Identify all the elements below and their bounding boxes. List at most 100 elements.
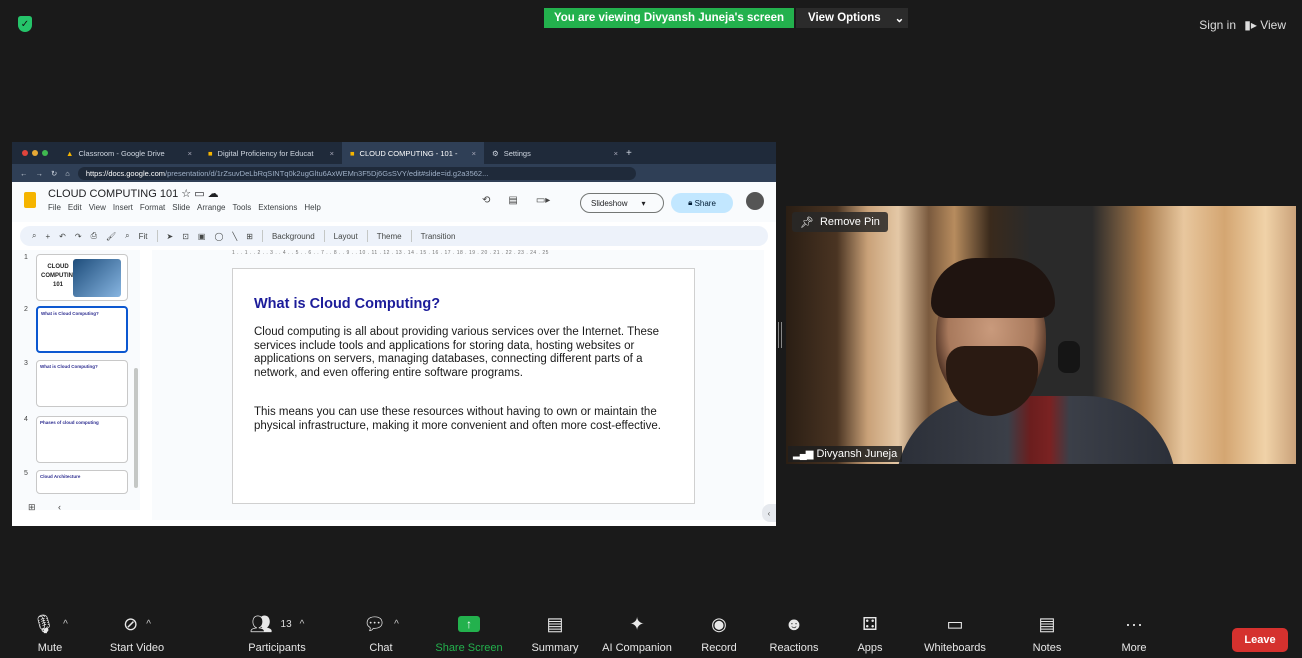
chevron-up-icon[interactable]: ^	[300, 619, 305, 630]
line-icon[interactable]: ╲	[232, 232, 237, 241]
slideshow-button[interactable]: Slideshow ▾	[580, 193, 664, 213]
chevron-up-icon[interactable]: ^	[63, 619, 68, 630]
leave-button[interactable]: Leave	[1232, 628, 1288, 652]
url-field[interactable]: https://docs.google.com/presentation/d/1…	[77, 166, 636, 180]
browser-tab[interactable]: ▲ Classroom - Google Drive ×	[58, 142, 200, 164]
share-button[interactable]: 🔒︎ Share	[671, 193, 733, 213]
avatar[interactable]	[746, 192, 764, 210]
current-slide[interactable]: What is Cloud Computing? Cloud computing…	[232, 268, 695, 504]
text-box-icon[interactable]: ⊡	[182, 232, 189, 241]
home-icon[interactable]: ⌂	[65, 169, 70, 178]
start-video-button[interactable]: ⊘ ^ Start Video	[92, 612, 182, 655]
reload-icon[interactable]: ↻	[51, 169, 57, 178]
ai-companion-button[interactable]: ✦ AI Companion	[592, 612, 682, 655]
menu-arrange[interactable]: Arrange	[197, 203, 225, 212]
close-tab-icon[interactable]: ×	[472, 149, 476, 158]
chevron-up-icon[interactable]: ^	[394, 619, 399, 630]
menu-insert[interactable]: Insert	[113, 203, 133, 212]
viewing-screen-banner: You are viewing Divyansh Juneja's screen	[544, 8, 794, 28]
browser-tab[interactable]: ⚙ Settings ×	[484, 142, 626, 164]
slide-thumbnail-selected[interactable]: What is Cloud Computing?	[36, 306, 128, 353]
slide-thumbnail[interactable]: Phases of cloud computing	[36, 416, 128, 463]
close-tab-icon[interactable]: ×	[330, 149, 334, 158]
menu-view[interactable]: View	[89, 203, 106, 212]
presentation-title[interactable]: CLOUD COMPUTING 101 ☆ ▭ ☁	[48, 187, 219, 200]
participants-count: 13	[280, 618, 292, 630]
more-button[interactable]: ··· More	[1089, 612, 1179, 655]
participants-button[interactable]: 👥︎ 13 ^ Participants	[232, 612, 322, 655]
shared-screen[interactable]: ▲ Classroom - Google Drive × ■ Digital P…	[12, 142, 776, 526]
slides-logo-icon[interactable]	[24, 192, 36, 208]
slideshow-label: Slideshow	[591, 198, 628, 208]
slide-thumbnail[interactable]: What is Cloud Computing?	[36, 360, 128, 407]
theme-button[interactable]: Theme	[377, 232, 402, 241]
menu-edit[interactable]: Edit	[68, 203, 82, 212]
comment-icon[interactable]: ⊞	[246, 232, 253, 241]
maximize-window-icon[interactable]	[42, 150, 48, 156]
chat-button[interactable]: 💬︎ ^ Chat	[336, 612, 426, 655]
cloud-icon[interactable]: ☁	[208, 188, 219, 200]
chevron-up-icon[interactable]: ^	[146, 619, 151, 630]
menu-format[interactable]: Format	[140, 203, 165, 212]
zoom-select[interactable]: Fit	[139, 232, 148, 241]
side-panel-toggle-icon[interactable]: ‹	[762, 504, 776, 522]
mute-button[interactable]: 🎙︎ ^ Mute	[5, 612, 95, 655]
camera-icon[interactable]: ▭▸	[536, 195, 550, 206]
participant-video[interactable]: 📌︎ Remove Pin ▂▄▆ Divyansh Juneja	[786, 206, 1296, 464]
menu-extensions[interactable]: Extensions	[258, 203, 297, 212]
search-icon[interactable]: ⌕	[32, 231, 36, 241]
forward-icon[interactable]: →	[36, 169, 44, 178]
layout-button[interactable]: Layout	[334, 232, 358, 241]
browser-tab[interactable]: ■ Digital Proficiency for Educat ×	[200, 142, 342, 164]
sign-in-link[interactable]: Sign in	[1199, 18, 1236, 32]
slide-title[interactable]: What is Cloud Computing?	[254, 296, 440, 312]
background-button[interactable]: Background	[272, 232, 315, 241]
ai-companion-label: AI Companion	[602, 642, 672, 654]
split-view-handle[interactable]	[778, 322, 782, 348]
security-shield-icon[interactable]: ✓	[18, 16, 32, 32]
browser-tab-active[interactable]: ■ CLOUD COMPUTING - 101 - ×	[342, 142, 484, 164]
transition-button[interactable]: Transition	[421, 232, 456, 241]
whiteboards-button[interactable]: ▭ Whiteboards	[910, 612, 1000, 655]
back-icon[interactable]: ←	[20, 169, 28, 178]
slide-paragraph[interactable]: Cloud computing is all about providing v…	[254, 326, 682, 380]
summary-button[interactable]: ▤ Summary	[510, 612, 600, 655]
filmstrip-scrollbar[interactable]	[134, 368, 138, 488]
close-tab-icon[interactable]: ×	[614, 149, 618, 158]
redo-icon[interactable]: ↷	[75, 232, 82, 241]
star-icon[interactable]: ☆	[181, 188, 191, 200]
whiteboard-icon: ▭	[946, 613, 964, 634]
menu-file[interactable]: File	[48, 203, 61, 212]
shape-icon[interactable]: ◯	[214, 232, 223, 241]
chevron-left-icon[interactable]: ‹	[58, 502, 61, 512]
add-icon[interactable]: +	[45, 232, 50, 241]
folder-icon[interactable]: ▭	[194, 188, 204, 200]
view-options-button[interactable]: View Options ⌄	[796, 8, 908, 28]
slide-paragraph[interactable]: This means you can use these resources w…	[254, 406, 682, 433]
apps-button[interactable]: ⚃ Apps	[825, 612, 915, 655]
paint-format-icon[interactable]: 🖌︎	[106, 232, 116, 241]
chevron-down-icon[interactable]: ▾	[641, 199, 645, 208]
select-icon[interactable]: ➤	[167, 232, 174, 241]
menu-tools[interactable]: Tools	[233, 203, 252, 212]
grid-view-icon[interactable]: ⊞	[28, 502, 36, 513]
zoom-icon[interactable]: ⌕	[125, 231, 129, 241]
comments-icon[interactable]: ▤	[508, 195, 517, 206]
new-tab-icon[interactable]: +	[626, 148, 632, 159]
history-icon[interactable]: ⟲	[482, 195, 490, 206]
chat-label: Chat	[369, 642, 393, 654]
view-button[interactable]: ▮▸ View	[1244, 18, 1286, 32]
menu-help[interactable]: Help	[304, 203, 320, 212]
close-window-icon[interactable]	[22, 150, 28, 156]
share-screen-button[interactable]: ↑ Share Screen	[424, 612, 514, 654]
notes-button[interactable]: ▤ Notes	[1002, 612, 1092, 655]
image-icon[interactable]: ▣	[198, 232, 206, 241]
undo-icon[interactable]: ↶	[59, 232, 66, 241]
slide-thumbnail[interactable]: CLOUD COMPUTING 101	[36, 254, 128, 301]
print-icon[interactable]: ⎙	[91, 231, 97, 241]
menu-slide[interactable]: Slide	[172, 203, 190, 212]
slide-thumbnail[interactable]: Cloud Architecture	[36, 470, 128, 494]
minimize-window-icon[interactable]	[32, 150, 38, 156]
remove-pin-button[interactable]: 📌︎ Remove Pin	[792, 212, 888, 232]
close-tab-icon[interactable]: ×	[188, 149, 192, 158]
